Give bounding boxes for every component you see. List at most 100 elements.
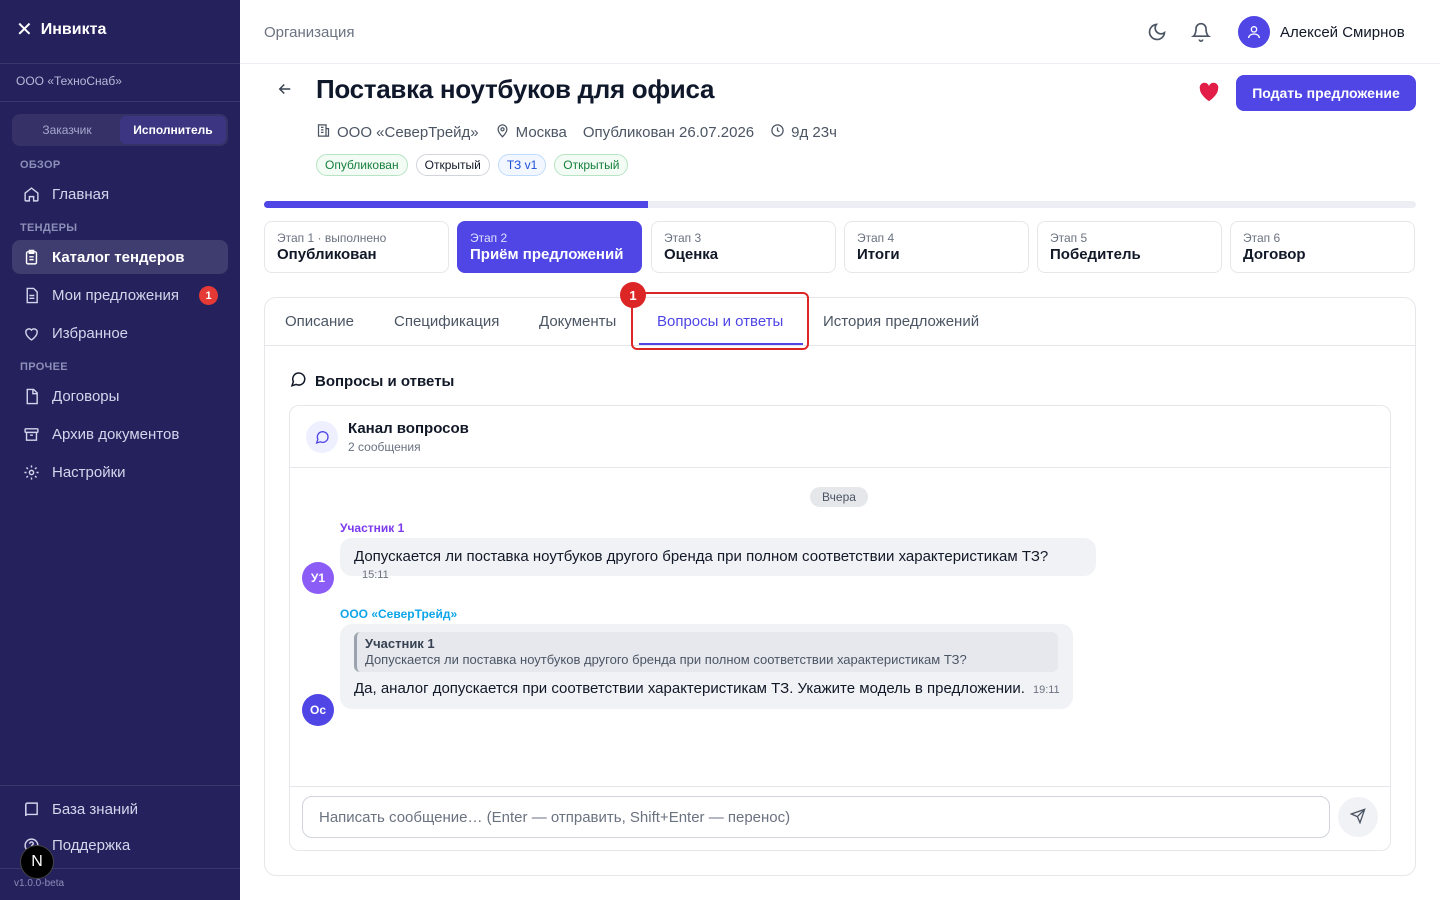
status-badge: Опубликован — [316, 154, 408, 176]
submit-offer-button[interactable]: Подать предложение — [1236, 75, 1416, 111]
stage-number: Этап 2 — [470, 231, 508, 245]
stage-progress-bar — [264, 201, 1416, 208]
stage-5[interactable]: Этап 5 Победитель — [1037, 221, 1222, 273]
chat-bubble-icon — [289, 370, 307, 392]
stage-name: Договор — [1243, 246, 1306, 263]
sidebar-divider — [0, 785, 240, 786]
brand-logo[interactable]: ✕ Инвикта — [16, 20, 106, 40]
avatar: У1 — [302, 562, 334, 594]
composer-divider — [290, 786, 1390, 787]
qa-heading-label: Вопросы и ответы — [315, 372, 455, 390]
breadcrumb[interactable]: Организация — [264, 24, 354, 41]
quoted-message: Участник 1 Допускается ли поставка ноутб… — [354, 632, 1058, 672]
clock-icon — [770, 123, 785, 142]
published-date: Опубликован 26.07.2026 — [582, 124, 755, 141]
sidebar-item-label: Главная — [52, 185, 110, 203]
message-time: 15:11 — [362, 569, 389, 581]
access-badge: Открытый — [554, 154, 629, 176]
highlight-box — [631, 292, 809, 350]
user-menu[interactable]: Алексей Смирнов — [1238, 16, 1405, 48]
tab-bar: Описание Спецификация Документы Вопросы … — [265, 298, 1415, 346]
sidebar-item-contracts[interactable]: Договоры — [12, 379, 228, 413]
section-other: ПРОЧЕЕ — [20, 361, 68, 373]
quoted-author: Участник 1 — [365, 636, 435, 651]
sidebar-item-label: Каталог тендеров — [52, 248, 185, 266]
sidebar-item-settings[interactable]: Настройки — [12, 455, 228, 489]
sidebar-item-label: База знаний — [52, 800, 138, 818]
chat-bubble-icon — [306, 421, 338, 453]
message-text: Допускается ли поставка ноутбуков другог… — [354, 548, 1049, 565]
meta-city: Москва — [495, 123, 567, 142]
close-x-logo-icon: ✕ — [16, 19, 33, 41]
home-icon — [22, 185, 40, 203]
role-supplier-button[interactable]: Исполнитель — [120, 116, 226, 144]
message-input[interactable] — [302, 796, 1330, 838]
dev-tools-badge[interactable]: N — [20, 845, 54, 879]
topbar: Организация Алексей Смирнов — [240, 0, 1440, 64]
user-name: Алексей Смирнов — [1280, 23, 1405, 41]
status-chips: Опубликован Открытый ТЗ v1 Открытый — [316, 154, 629, 176]
spec-version-badge: ТЗ v1 — [497, 154, 547, 176]
sidebar-item-home[interactable]: Главная — [12, 177, 228, 211]
qa-heading: Вопросы и ответы — [289, 370, 454, 392]
annotation-badge: 1 — [620, 282, 646, 308]
sidebar-item-knowledge-base[interactable]: База знаний — [12, 792, 228, 826]
stage-number: Этап 1 · выполнено — [277, 231, 387, 245]
channel-title: Канал вопросов — [348, 420, 469, 437]
role-customer-button[interactable]: Заказчик — [14, 116, 120, 144]
sidebar-item-my-offers[interactable]: Мои предложения 1 — [12, 278, 228, 312]
stage-number: Этап 4 — [857, 231, 895, 245]
tab-documents[interactable]: Документы — [539, 313, 616, 330]
stage-name: Приём предложений — [470, 246, 624, 263]
sidebar-divider — [0, 63, 240, 64]
tab-description[interactable]: Описание — [285, 313, 354, 330]
stage-1[interactable]: Этап 1 · выполнено Опубликован — [264, 221, 449, 273]
message-text: Да, аналог допускается при соответствии … — [354, 680, 1025, 697]
channel-message-count: 2 сообщения — [348, 440, 421, 454]
sidebar-item-favorites[interactable]: Избранное — [12, 316, 228, 350]
favorite-heart-icon[interactable] — [1198, 82, 1222, 104]
offers-count-badge: 1 — [199, 286, 218, 305]
stage-4[interactable]: Этап 4 Итоги — [844, 221, 1029, 273]
time-left: 9д 23ч — [791, 124, 837, 141]
send-button[interactable] — [1338, 797, 1378, 837]
tender-meta: ООО «СеверТрейд» Москва Опубликован 26.0… — [316, 123, 837, 142]
stage-name: Опубликован — [277, 246, 377, 263]
clipboard-icon — [22, 248, 40, 266]
user-icon — [1238, 16, 1270, 48]
sidebar-item-label: Настройки — [52, 463, 126, 481]
section-overview: ОБЗОР — [20, 159, 61, 171]
gear-icon — [22, 463, 40, 481]
stage-name: Победитель — [1050, 246, 1141, 263]
brand-name: Инвикта — [40, 21, 107, 38]
stage-name: Итоги — [857, 246, 900, 263]
section-tenders: ТЕНДЕРЫ — [20, 222, 78, 234]
send-icon — [1349, 807, 1366, 827]
app-version: v1.0.0-beta — [14, 878, 65, 889]
sidebar-divider — [0, 101, 240, 102]
stage-2[interactable]: Этап 2 Приём предложений — [457, 221, 642, 273]
meta-company: ООО «СеверТрейд» — [316, 123, 479, 142]
message-bubble: Допускается ли поставка ноутбуков другог… — [340, 538, 1096, 581]
bell-icon[interactable] — [1190, 21, 1212, 43]
moon-icon[interactable] — [1146, 21, 1168, 43]
message-body: Да, аналог допускается при соответствии … — [354, 680, 1060, 697]
message-author: Участник 1 — [340, 521, 405, 535]
back-arrow-icon[interactable] — [274, 78, 296, 100]
stage-3[interactable]: Этап 3 Оценка — [651, 221, 836, 273]
stage-number: Этап 3 — [664, 231, 702, 245]
document-icon — [22, 286, 40, 304]
sidebar-item-label: Поддержка — [52, 836, 131, 854]
sidebar-item-tender-catalog[interactable]: Каталог тендеров — [12, 240, 228, 274]
stage-name: Оценка — [664, 246, 719, 263]
tab-specification[interactable]: Спецификация — [394, 313, 499, 330]
role-toggle: Заказчик Исполнитель — [12, 114, 228, 146]
organization-name: ООО «ТехноСнаб» — [16, 74, 122, 88]
meta-time-left: 9д 23ч — [770, 123, 837, 142]
sidebar-item-archive[interactable]: Архив документов — [12, 417, 228, 451]
stage-6[interactable]: Этап 6 Договор — [1230, 221, 1415, 273]
sidebar-item-label: Договоры — [52, 387, 120, 405]
archive-icon — [22, 425, 40, 443]
tab-offer-history[interactable]: История предложений — [823, 313, 979, 330]
chat-header: Канал вопросов 2 сообщения — [290, 406, 1390, 468]
